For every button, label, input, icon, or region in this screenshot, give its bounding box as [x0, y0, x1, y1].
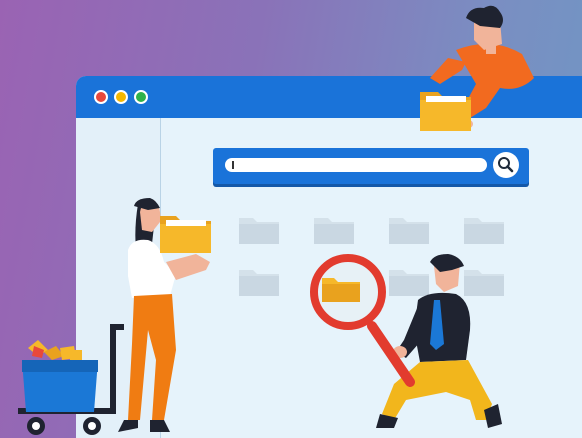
characters-layer: [18, 5, 534, 435]
folder-icon: [420, 92, 471, 131]
folder-icon: [160, 216, 211, 253]
magnifier-icon: [310, 254, 415, 387]
man-figure: [376, 254, 502, 428]
cart-icon: [18, 324, 124, 435]
illustration-scene: [0, 0, 582, 438]
